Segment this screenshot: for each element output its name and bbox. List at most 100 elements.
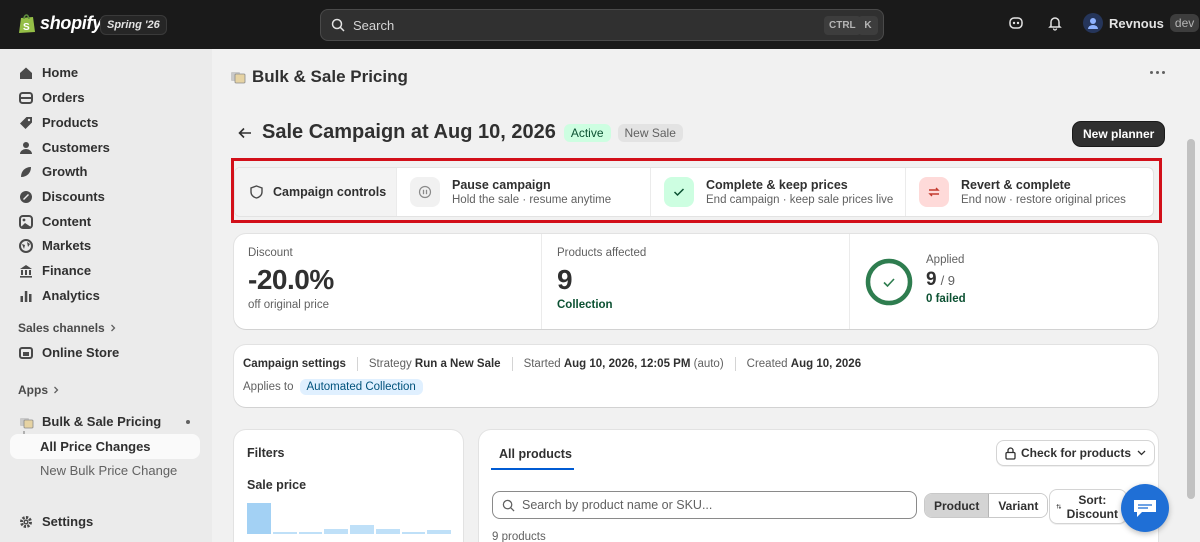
- revert-complete-button[interactable]: Revert & complete End now · restore orig…: [906, 168, 1153, 216]
- divider: [541, 234, 542, 329]
- sidebar-item-discounts[interactable]: Discounts: [10, 184, 200, 209]
- chat-button[interactable]: [1121, 484, 1169, 532]
- strategy-label: Strategy: [368, 358, 412, 370]
- created-label: Created: [746, 358, 788, 370]
- top-bar: S shopify Spring '26 Search CTRL K Revno…: [0, 0, 1200, 49]
- search-icon: [331, 18, 345, 32]
- histogram-bar: [298, 532, 323, 534]
- sales-channels-section[interactable]: Sales channels: [18, 321, 117, 335]
- sidebar-item-label: Analytics: [42, 288, 100, 303]
- pause-campaign-title: Pause campaign: [452, 178, 551, 192]
- tag-icon: [18, 115, 34, 131]
- logo-wordmark: shopify: [40, 13, 102, 33]
- sidebar-item-online-store[interactable]: Online Store: [10, 340, 200, 365]
- app-title: Bulk & Sale Pricing: [252, 67, 408, 86]
- pause-icon: [418, 185, 432, 199]
- search-icon: [502, 499, 515, 512]
- check-for-products-button[interactable]: Check for products: [996, 440, 1156, 466]
- sidebar-item-home[interactable]: Home: [10, 60, 200, 85]
- svg-text:S: S: [23, 22, 30, 33]
- applies-to-badge[interactable]: Automated Collection: [299, 379, 423, 395]
- sidebar-item-label: Discounts: [42, 189, 105, 204]
- orders-icon: [18, 90, 34, 106]
- divider: [849, 234, 850, 329]
- complete-keep-prices-button[interactable]: Complete & keep prices End campaign · ke…: [651, 168, 906, 216]
- histogram-bar: [401, 532, 426, 534]
- more-actions-button[interactable]: [1150, 71, 1165, 74]
- sidebar-item-label: Online Store: [42, 345, 120, 360]
- search-placeholder: Search: [353, 17, 395, 33]
- histogram-bar: [324, 528, 348, 534]
- sidebar-item-products[interactable]: Products: [10, 110, 200, 135]
- gear-icon: [18, 514, 34, 530]
- segment-variant[interactable]: Variant: [989, 494, 1048, 517]
- sidebar-item-customers[interactable]: Customers: [10, 135, 200, 160]
- chat-bubble-icon: [1134, 500, 1156, 517]
- pin-dot-icon: [186, 419, 190, 424]
- apps-label: Apps: [18, 383, 48, 397]
- lock-icon: [1005, 446, 1016, 460]
- main-content: Bulk & Sale Pricing Sale Campaign at Aug…: [212, 49, 1200, 542]
- user-name: Revnous: [1109, 15, 1164, 31]
- sales-channels-label: Sales channels: [18, 321, 105, 335]
- user-avatar-icon: [1088, 18, 1098, 29]
- shortcut-key: K: [858, 16, 878, 35]
- status-badge: Active: [563, 123, 611, 142]
- bank-icon: [18, 263, 34, 279]
- started-note: (auto): [693, 358, 724, 370]
- shopify-bag-icon: S: [19, 14, 35, 33]
- sidekick-icon[interactable]: [1008, 15, 1024, 31]
- applied-progress-arc: [865, 258, 913, 306]
- shopify-logo[interactable]: S shopify: [18, 13, 102, 34]
- type-badge: New Sale: [617, 123, 683, 142]
- sidebar-subitem-all-price-changes[interactable]: All Price Changes: [10, 434, 200, 459]
- applied-value: 9: [926, 269, 937, 290]
- global-search[interactable]: Search CTRL K: [320, 9, 884, 41]
- settings-row-1: Campaign settings Strategy Run a New Sal…: [243, 357, 861, 371]
- sort-value: Discount: [1066, 506, 1118, 521]
- segment-product[interactable]: Product: [925, 494, 990, 517]
- sidebar-item-orders[interactable]: Orders: [10, 85, 200, 110]
- sidebar-item-label: Customers: [42, 140, 110, 155]
- scrollbar[interactable]: [1182, 49, 1200, 542]
- chevron-right-icon: [110, 324, 116, 332]
- tab-all-products[interactable]: All products: [499, 447, 572, 461]
- complete-keep-prices-title: Complete & keep prices: [706, 178, 848, 192]
- scrollbar-thumb[interactable]: [1187, 139, 1195, 499]
- sidebar-item-bulk-sale-pricing[interactable]: Bulk & Sale Pricing: [10, 409, 200, 434]
- discount-label: Discount: [248, 247, 293, 259]
- applied-progress-ring: [865, 258, 913, 306]
- campaign-controls-heading: Campaign controls: [235, 168, 397, 216]
- sidebar-item-analytics[interactable]: Analytics: [10, 283, 200, 308]
- chevron-right-icon: [54, 386, 59, 394]
- sidebar-item-settings[interactable]: Settings: [10, 509, 200, 534]
- sidebar-item-growth[interactable]: Growth: [10, 159, 200, 184]
- sidebar-item-label: Orders: [42, 90, 85, 105]
- sort-button[interactable]: Sort: Discount: [1049, 489, 1127, 524]
- sort-arrows-icon: [1056, 504, 1062, 509]
- bell-icon[interactable]: [1047, 15, 1063, 31]
- back-arrow-icon[interactable]: [238, 127, 252, 139]
- histogram-bar: [247, 503, 271, 534]
- new-planner-button[interactable]: New planner: [1073, 122, 1165, 146]
- sale-price-label: Sale price: [247, 478, 307, 492]
- sidebar-item-markets[interactable]: Markets: [10, 233, 200, 258]
- check-icon: [673, 188, 685, 197]
- sidebar-item-label: Bulk & Sale Pricing: [42, 414, 162, 429]
- apps-section[interactable]: Apps: [18, 383, 60, 397]
- filters-card: Filters Sale price: [234, 430, 463, 542]
- pause-campaign-button[interactable]: Pause campaign Hold the sale · resume an…: [397, 168, 651, 216]
- revert-complete-title: Revert & complete: [961, 178, 1071, 192]
- sidebar-item-content[interactable]: Content: [10, 209, 200, 234]
- bar-chart-icon: [18, 288, 34, 304]
- release-badge: Spring '26: [100, 15, 167, 35]
- product-search-input[interactable]: Search by product name or SKU...: [492, 491, 917, 519]
- sidebar-item-finance[interactable]: Finance: [10, 258, 200, 283]
- settings-row-2: Applies to Automated Collection: [243, 379, 423, 395]
- filters-title: Filters: [247, 446, 285, 460]
- products-affected-source[interactable]: Collection: [557, 299, 646, 311]
- discount-stat: Discount -20.0% off original price: [248, 247, 334, 311]
- user-menu[interactable]: Revnous dev: [1083, 13, 1200, 33]
- sidebar-subitem-new-bulk-price-change[interactable]: New Bulk Price Change: [10, 458, 200, 483]
- campaign-controls-bar: Campaign controls Pause campaign Hold th…: [234, 167, 1154, 217]
